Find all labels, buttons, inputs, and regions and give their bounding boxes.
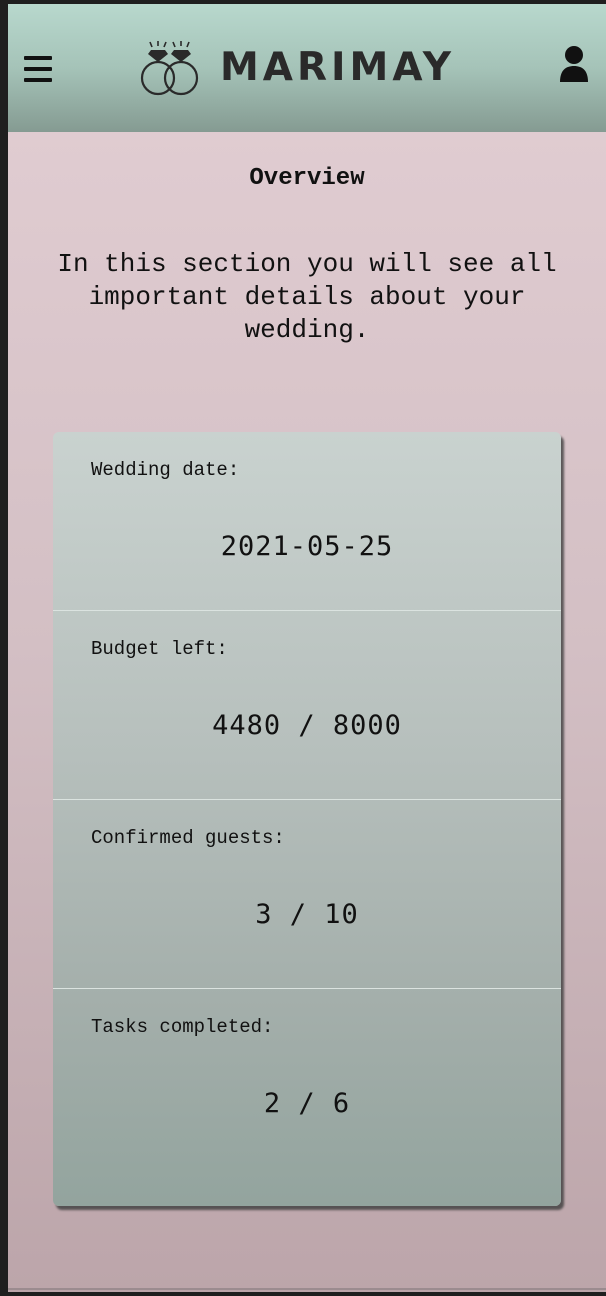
budget-section: Budget left: 4480 / 8000: [53, 610, 561, 800]
guests-value: 3 / 10: [255, 899, 359, 930]
wedding-rings-icon: [140, 41, 199, 96]
budget-value: 4480 / 8000: [212, 710, 402, 741]
user-icon[interactable]: [558, 44, 590, 84]
tasks-label: Tasks completed:: [91, 1016, 274, 1038]
intro-text: In this section you will see all importa…: [57, 249, 557, 345]
brand-name: MARIMAY: [220, 45, 456, 90]
hamburger-menu-icon[interactable]: [24, 56, 52, 82]
footer-divider: [8, 1288, 606, 1290]
page-title: Overview: [249, 165, 365, 192]
budget-label: Budget left:: [91, 638, 228, 660]
wedding-date-section: Wedding date: 2021-05-25: [53, 432, 561, 621]
app-screen: MARIMAY Overview In this section you wil…: [8, 4, 606, 1292]
guests-section: Confirmed guests: 3 / 10: [53, 799, 561, 989]
wedding-date-value: 2021-05-25: [220, 531, 394, 562]
tasks-section: Tasks completed: 2 / 6: [53, 988, 561, 1178]
top-header: MARIMAY: [8, 4, 606, 132]
tasks-value: 2 / 6: [263, 1088, 351, 1119]
wedding-date-label: Wedding date:: [91, 459, 240, 481]
guests-label: Confirmed guests:: [91, 827, 285, 849]
overview-card: Wedding date: 2021-05-25 Budget left: 44…: [53, 432, 561, 1206]
brand-logo[interactable]: MARIMAY: [138, 40, 478, 100]
